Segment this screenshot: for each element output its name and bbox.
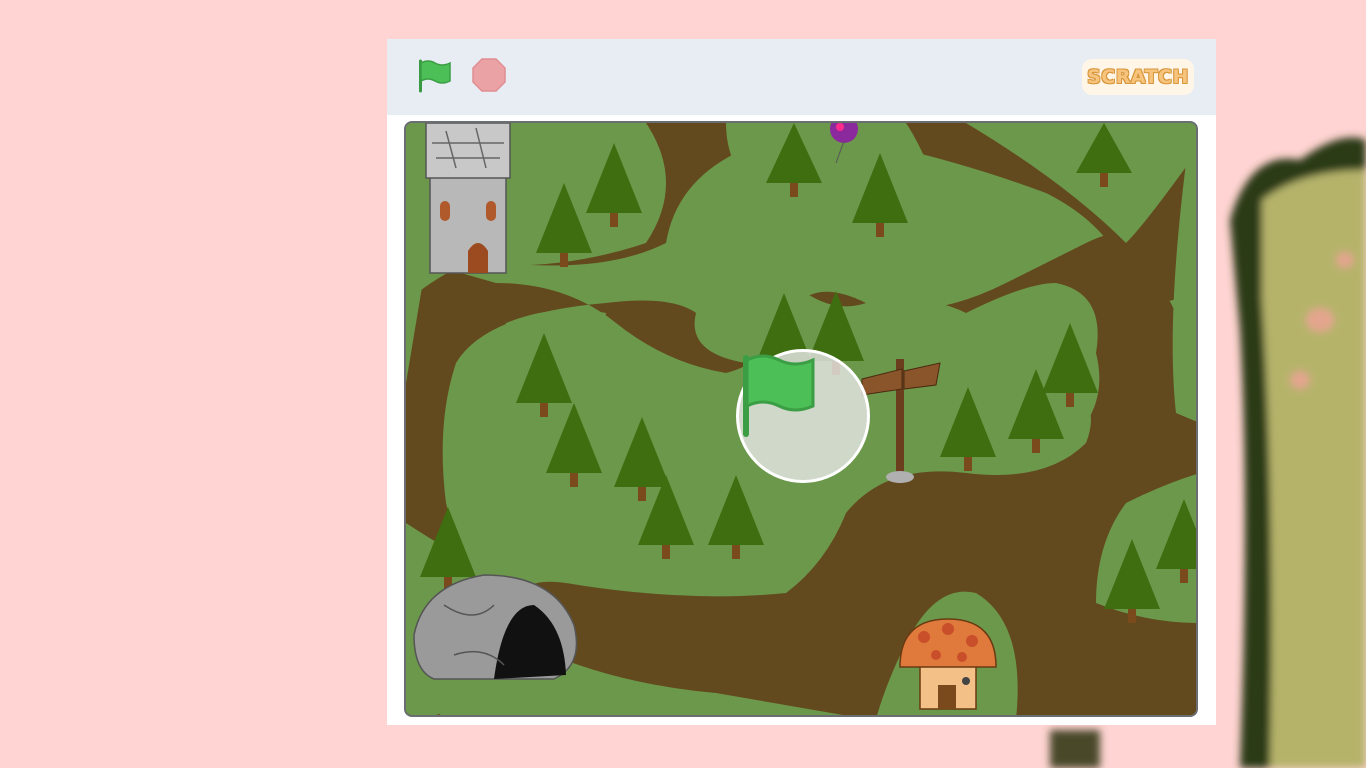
large-green-flag-icon: [743, 354, 815, 437]
green-flag-button[interactable]: [414, 55, 454, 95]
green-flag-icon: [419, 59, 451, 93]
scratch-player: SCRATCH: [387, 39, 1216, 725]
stop-button[interactable]: [469, 55, 509, 95]
scratch-logo-text: SCRATCH: [1087, 66, 1189, 88]
green-flag-start-overlay[interactable]: [736, 349, 870, 483]
stage[interactable]: [404, 121, 1198, 717]
stop-sign-icon: [472, 58, 506, 92]
scratch-logo[interactable]: SCRATCH: [1082, 59, 1194, 95]
control-bar: SCRATCH: [387, 39, 1216, 115]
